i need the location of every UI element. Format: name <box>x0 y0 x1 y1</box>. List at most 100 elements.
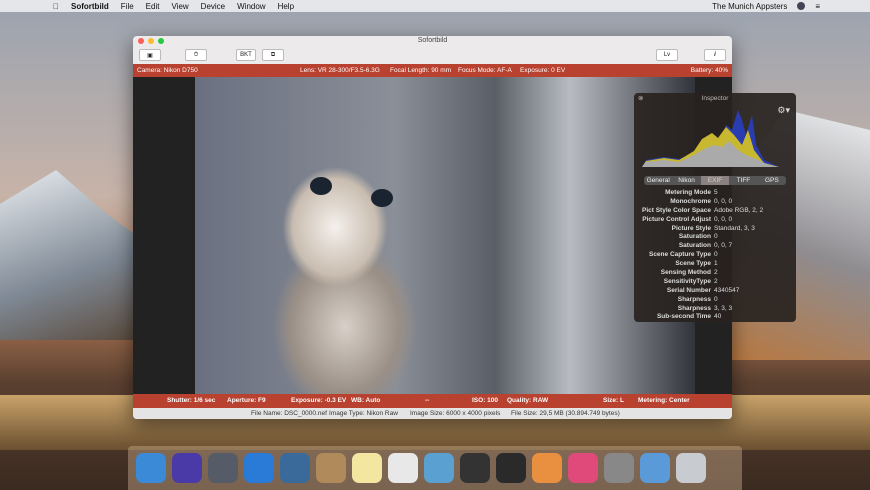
shutter-control[interactable]: Shutter: 1/6 sec <box>167 397 215 404</box>
iso-control[interactable]: ISO: 100 <box>472 397 498 404</box>
exif-list: Metering Mode 5 Monochrome 0, 0, 0 Pict Styl… <box>634 189 796 322</box>
title-bar: Sofortbild <box>133 36 732 46</box>
inspector-close-icon[interactable]: ⊗ <box>638 93 643 105</box>
histogram: ⚙▾ <box>634 105 796 173</box>
dual-capture-button[interactable]: ⧉ <box>262 49 284 61</box>
dock-trash-icon[interactable] <box>676 453 706 483</box>
exif-key: Picture Control Adjust <box>642 215 711 223</box>
menu-file[interactable]: File <box>121 2 134 11</box>
exif-row: Pict Style Color Space Adobe RGB, 2, 2 <box>634 207 796 216</box>
exif-value: 0, 0, 0 <box>714 197 733 205</box>
menu-window[interactable]: Window <box>237 2 265 11</box>
menu-view[interactable]: View <box>171 2 188 11</box>
bracketing-button[interactable]: BKT <box>236 49 256 61</box>
exif-key: Saturation <box>678 233 711 241</box>
exif-key: Monochrome <box>670 197 711 205</box>
kitten-photo <box>195 77 695 394</box>
dock-maps-icon[interactable] <box>424 453 454 483</box>
tab-tiff[interactable]: TIFF <box>729 176 757 185</box>
exif-key: Sharpness <box>677 304 711 312</box>
exif-key: Saturation <box>678 242 711 250</box>
exif-value: Adobe RGB, 2, 2 <box>714 206 764 214</box>
inspector-title: Inspector <box>701 95 729 102</box>
exif-row: Saturation 0 <box>634 233 796 242</box>
focal-length-label: Focal Length: 90 mm <box>390 67 452 74</box>
exif-value: 0, 0, 7 <box>714 242 733 250</box>
camera-label: Camera: Nikon D750 <box>137 67 198 74</box>
exif-key: SensitivityType <box>663 277 711 285</box>
lens-label: Lens: VR 28-300/F3.5-6.3G <box>300 67 380 74</box>
image-type: Image Type: Nikon Raw <box>329 410 398 417</box>
exif-value: 4340547 <box>714 286 740 294</box>
exif-key: Sharpness <box>677 295 711 303</box>
kitten-eye <box>371 189 393 207</box>
dock-launchpad-icon[interactable] <box>208 453 238 483</box>
exif-key: Scene Type <box>675 260 711 268</box>
dock-photos-icon[interactable] <box>532 453 562 483</box>
dock-reminders-icon[interactable] <box>388 453 418 483</box>
minimize-button[interactable] <box>148 38 154 44</box>
info-button[interactable]: i <box>704 49 726 61</box>
exif-value: 0 <box>714 251 718 259</box>
file-size: File Size: 29,5 MB (30.894.749 bytes) <box>511 410 620 417</box>
apple-icon[interactable]:  <box>53 2 59 11</box>
menu-help[interactable]: Help <box>278 2 294 11</box>
close-button[interactable] <box>138 38 144 44</box>
inspector-panel: ⊗ Inspector ⚙▾ General Nikon EXIF TIFF GP… <box>634 93 796 322</box>
exif-row: Metering Mode 5 <box>634 189 796 198</box>
exif-row: Saturation 0, 0, 7 <box>634 242 796 251</box>
exif-key: Metering Mode <box>665 189 711 196</box>
exif-row: Scene Capture Type 0 <box>634 251 796 260</box>
inspector-tabs: General Nikon EXIF TIFF GPS <box>644 176 786 185</box>
zoom-button[interactable] <box>158 38 164 44</box>
menu-edit[interactable]: Edit <box>146 2 160 11</box>
dock <box>128 446 742 490</box>
exif-value: Standard, 3, 3 <box>714 224 755 232</box>
capture-button[interactable]: ▣ <box>139 49 161 61</box>
exif-value: 2 <box>714 277 718 285</box>
dock-contacts-icon[interactable] <box>316 453 346 483</box>
list-icon[interactable]: ≡ <box>815 2 820 11</box>
menu-app[interactable]: Sofortbild <box>71 2 109 11</box>
size-control[interactable]: Size: L <box>603 397 624 404</box>
gear-icon[interactable]: ⚙▾ <box>777 105 790 116</box>
exif-key: Picture Style <box>671 224 711 232</box>
timer-button[interactable]: ⏱ <box>185 49 207 61</box>
dock-downloads-icon[interactable] <box>640 453 670 483</box>
dock-notes-icon[interactable] <box>352 453 382 483</box>
camera-icon: ▣ <box>147 52 153 59</box>
menu-device[interactable]: Device <box>201 2 225 11</box>
tab-exif[interactable]: EXIF <box>700 176 730 185</box>
window-title: Sofortbild <box>417 37 448 44</box>
dock-mail-icon[interactable] <box>280 453 310 483</box>
live-view-button[interactable]: Lv <box>656 49 678 61</box>
exif-key: Scene Capture Type <box>648 251 711 259</box>
exif-value: 5 <box>714 189 718 196</box>
dock-safari-icon[interactable] <box>244 453 274 483</box>
menu-bar:  Sofortbild File Edit View Device Windo… <box>0 0 870 12</box>
tab-general[interactable]: General <box>644 176 672 185</box>
aperture-control[interactable]: Aperture: F9 <box>227 397 266 404</box>
dock-siri-icon[interactable] <box>172 453 202 483</box>
metering-control[interactable]: Metering: Center <box>638 397 690 404</box>
dock-finder-icon[interactable] <box>136 453 166 483</box>
file-info-bar: File Name: DSC_0000.nef Image Type: Niko… <box>133 408 732 419</box>
exposure-control[interactable]: Exposure: -0.3 EV <box>291 397 346 404</box>
dock-itunes-icon[interactable] <box>568 453 598 483</box>
exif-row: Picture Control Adjust 0, 0, 0 <box>634 216 796 225</box>
dock-system-preferences-icon[interactable] <box>604 453 634 483</box>
file-name: File Name: DSC_0000.nef <box>251 410 327 417</box>
dock-sofortbild-icon[interactable] <box>496 453 526 483</box>
wb-control[interactable]: WB: Auto <box>351 397 380 404</box>
dock-photo-booth-icon[interactable] <box>460 453 490 483</box>
unnamed-control[interactable]: -- <box>425 397 429 404</box>
tab-nikon[interactable]: Nikon <box>672 176 700 185</box>
dual-capture-icon: ⧉ <box>270 51 276 58</box>
exif-row: Picture Style Standard, 3, 3 <box>634 225 796 234</box>
menu-right-text[interactable]: The Munich Appsters <box>712 2 787 11</box>
tab-gps[interactable]: GPS <box>758 176 786 185</box>
quality-control[interactable]: Quality: RAW <box>507 397 548 404</box>
user-icon[interactable] <box>797 2 806 10</box>
exif-value: 0 <box>714 295 718 303</box>
exif-row: Scene Type 1 <box>634 260 796 269</box>
